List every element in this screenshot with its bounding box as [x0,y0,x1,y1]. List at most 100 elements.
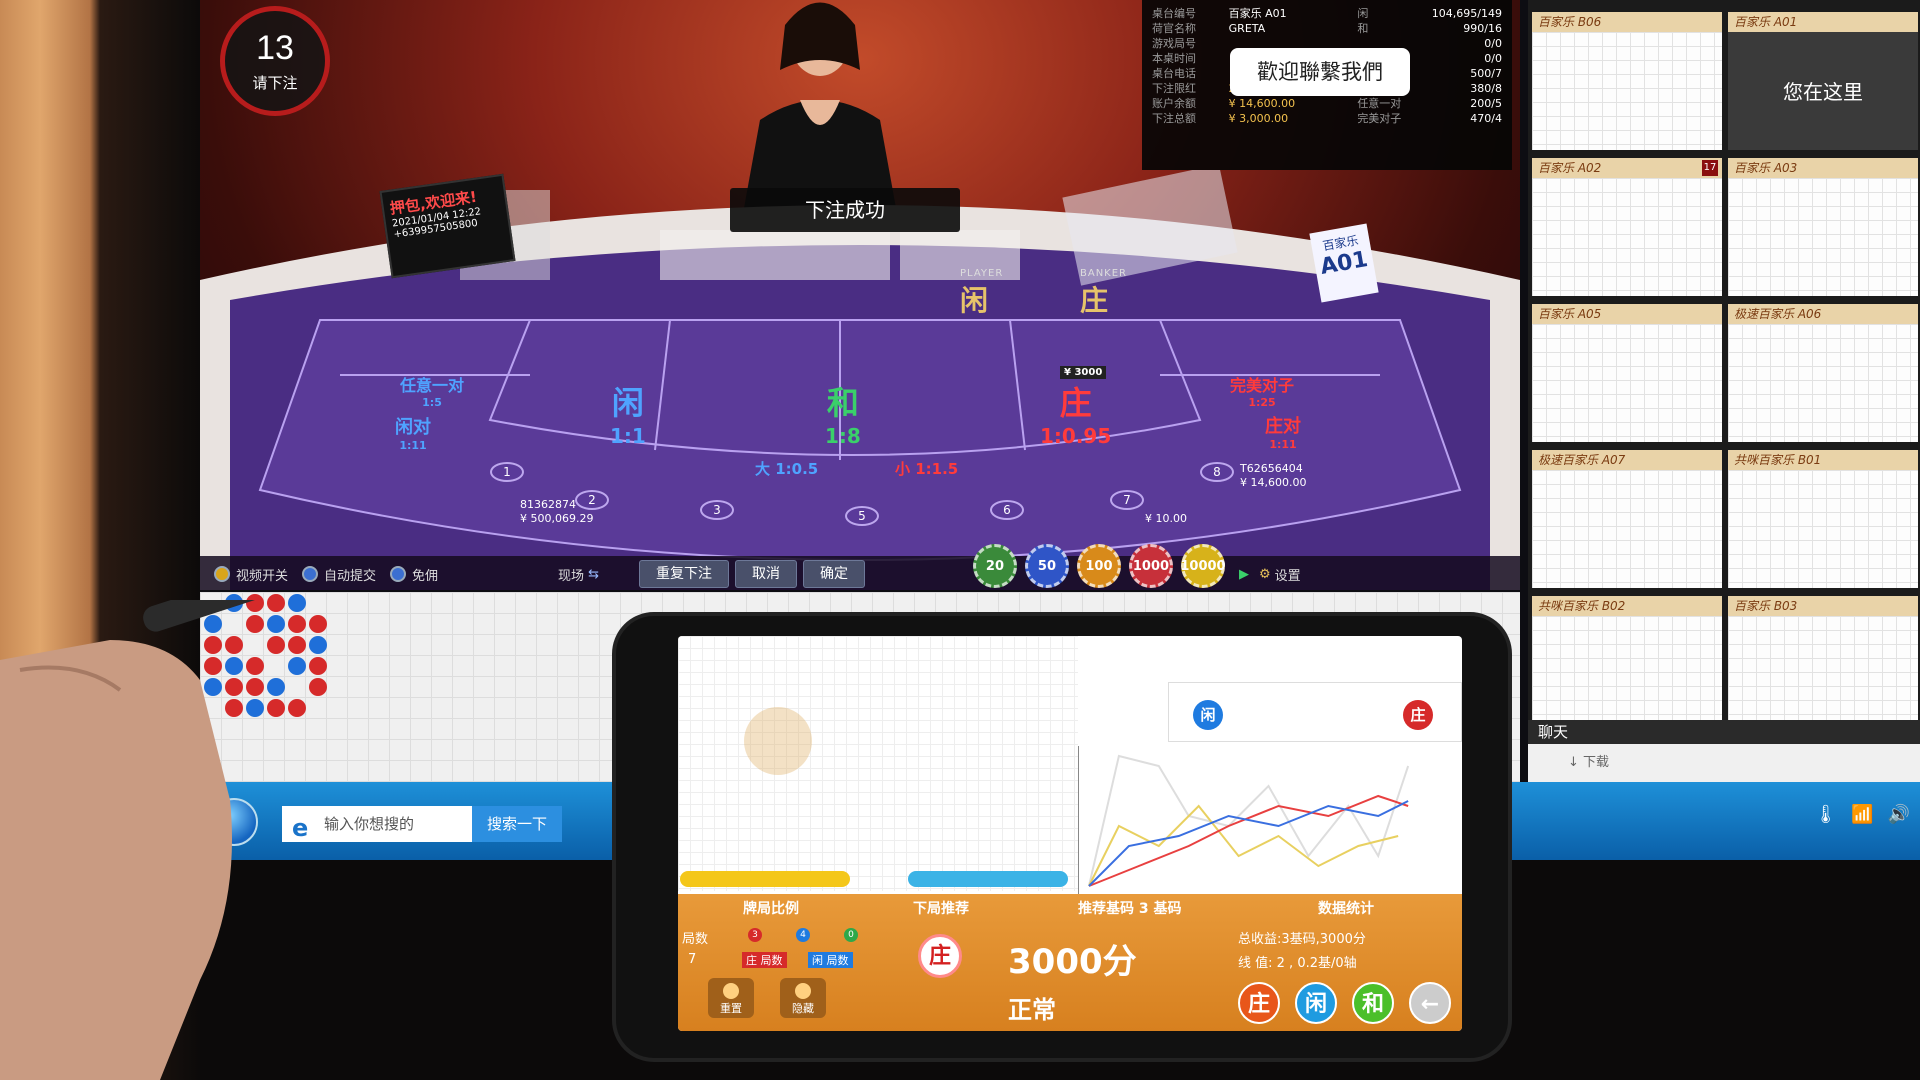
settings-label[interactable]: 设置 [1275,565,1301,584]
network-icon[interactable]: 📶 [1851,804,1873,825]
video-frame: 13 请下注 押包,欢迎来! 2021/01/04 12:22 +6399575… [0,0,1920,1080]
chip-10000[interactable]: 10000 [1180,544,1226,588]
lobby-table-card[interactable]: 百家乐 B03 [1728,596,1918,734]
lobby-table-card[interactable]: 共咪百家乐 B02 [1532,596,1722,734]
chip-50[interactable]: 50 [1024,544,1069,588]
info-k2: 和 [1357,22,1369,35]
chip-1000[interactable]: 1000 [1128,544,1173,588]
system-tray: 🌡 📶 🔊 [1814,804,1910,825]
bet-any-pair[interactable]: 任意一对 1:5 [400,372,464,409]
info-k: 桌台编号 [1152,7,1196,20]
lobby-table-name: 百家乐 A03 [1734,161,1798,175]
bet-big[interactable]: 大 1:0.5 [755,458,818,479]
lobby-table-card[interactable]: 极速百家乐 A07 [1532,450,1722,588]
cancel-button[interactable]: 取消 [734,560,797,588]
reset-button[interactable]: 重置 [708,978,754,1018]
next-heading: 下局推荐 [913,901,969,917]
info-v: ¥ 14,600.00 [1228,97,1296,110]
info-v2: 470/4 [1470,112,1502,125]
info-v2: 0/0 [1484,37,1502,50]
chat-tab[interactable]: 聊天 [1528,720,1920,744]
ratio-heading: 牌局比例 [743,901,799,917]
browser-search-input[interactable]: e 输入你想搜的 [282,806,472,842]
info-k: 桌台电话 [1152,67,1196,80]
table-sign: 百家乐 A01 [1309,223,1379,303]
confirm-button[interactable]: 确定 [802,560,865,588]
lobby-table-card[interactable]: 极速百家乐 A06 [1728,304,1918,442]
info-row: 荷官名称 GRETA 和 990/16 [1152,21,1502,36]
smartphone: 闲 庄 牌局比例 下局推荐 推荐基码 3 基码 数据统计 局数 7 3 4 0 … [612,612,1512,1062]
banker-count: 3 [748,928,762,942]
gear-icon[interactable]: ⚙ [1259,567,1271,582]
swap-icon[interactable]: ⇆ [588,567,599,582]
seat-8[interactable]: 8 [1200,462,1234,482]
lobby-table-card[interactable]: 百家乐 A05 [1532,304,1722,442]
banker-pill: 庄 局数 [742,952,787,968]
phone-blue-bar [908,871,1068,887]
seat-6[interactable]: 6 [990,500,1024,520]
bet-perfect-pair[interactable]: 完美对子 1:25 [1230,372,1294,409]
rounds-label: 局数 [682,932,709,947]
player-cn-label: 闲 [960,284,989,317]
back-arrow-button[interactable]: ← [1409,982,1451,1024]
lobby-table-name: 共咪百家乐 B02 [1538,599,1626,613]
seat-7[interactable]: 7 [1110,490,1144,510]
bet-banker[interactable]: 庄 1:0.95 [1040,378,1111,448]
play-icon[interactable]: ▶ [1239,567,1249,582]
seat-5[interactable]: 5 [845,506,879,526]
info-v: 百家乐 A01 [1228,7,1287,20]
search-button[interactable]: 搜索一下 [472,806,562,842]
seat-1[interactable]: 1 [490,462,524,482]
lion-logo-icon [744,707,812,775]
info-v: GRETA [1228,22,1266,35]
lobby-table-name: 百家乐 A02 [1538,161,1602,175]
hand-holding-pen [0,600,300,1080]
lobby-table-card[interactable]: 共咪百家乐 B01 [1728,450,1918,588]
lobby-table-list: 百家乐 B06 百家乐 A01 您在这里 百家乐 A02 17 百家乐 A03 百家乐 A0… [1528,0,1920,734]
next-recommend-badge: 庄 [918,934,962,978]
lobby-table-card[interactable]: 百家乐 A03 [1728,158,1918,296]
video-switch-toggle[interactable]: 视频开关 [214,565,288,584]
live-table-view: 13 请下注 押包,欢迎来! 2021/01/04 12:22 +6399575… [200,0,1520,590]
countdown-value: 13 [256,29,294,67]
bet-small[interactable]: 小 1:1.5 [895,458,958,479]
recommend-heading: 推荐基码 3 基码 [1078,901,1182,917]
lobby-table-card[interactable]: 百家乐 A01 您在这里 [1728,12,1918,150]
lobby-table-card[interactable]: 百家乐 A02 17 [1532,158,1722,296]
banker-bet-amount: ¥ 3000 [1060,366,1107,379]
commission-free-toggle[interactable]: 免佣 [390,565,438,584]
thermometer-icon[interactable]: 🌡 [1814,804,1837,825]
auto-submit-toggle[interactable]: 自动提交 [302,565,376,584]
info-v2: 990/16 [1463,22,1502,35]
toggle-icon [390,566,407,582]
hide-button[interactable]: 隐藏 [780,978,826,1018]
info-row: 账户余额 ¥ 14,600.00 任意一对 200/5 [1152,96,1502,111]
browser-toolbar[interactable]: ↓ 下载 [1528,744,1920,782]
bet-player-pair[interactable]: 闲对 1:11 [395,413,431,452]
toggle-icon [214,566,230,582]
phone-banker-button[interactable]: 庄 [1238,982,1280,1024]
road-bead [309,615,327,633]
info-k: 下注限红 [1152,82,1196,95]
bet-banker-pair[interactable]: 庄对 1:11 [1265,412,1301,451]
phone-yellow-bar [680,871,850,887]
seat-3[interactable]: 3 [700,500,734,520]
phone-player-button[interactable]: 闲 [1295,982,1337,1024]
live-label[interactable]: 现场 [558,565,584,584]
bet-success-banner: 下注成功 [730,188,960,232]
recommend-amount: 3000分 [1008,942,1137,982]
phone-tie-button[interactable]: 和 [1352,982,1394,1024]
lobby-table-name: 百家乐 A01 [1734,15,1798,29]
chip-20[interactable]: 20 [972,544,1017,588]
info-k2: 闲 [1357,7,1369,20]
bet-tie[interactable]: 和 1:8 [825,378,861,448]
countdown-label: 请下注 [252,74,298,92]
info-k: 账户余额 [1152,97,1196,110]
game-control-bar: 视频开关 自动提交 免佣 现场 ⇆ 重复下注 取消 确定 20 50 100 1000… [200,544,1520,590]
repeat-bet-button[interactable]: 重复下注 [638,560,729,588]
bet-player[interactable]: 闲 1:1 [610,378,646,448]
lobby-table-name: 共咪百家乐 B01 [1734,453,1822,467]
chip-100[interactable]: 100 [1076,544,1121,588]
volume-icon[interactable]: 🔊 [1888,804,1910,825]
lobby-table-card[interactable]: 百家乐 B06 [1532,12,1722,150]
